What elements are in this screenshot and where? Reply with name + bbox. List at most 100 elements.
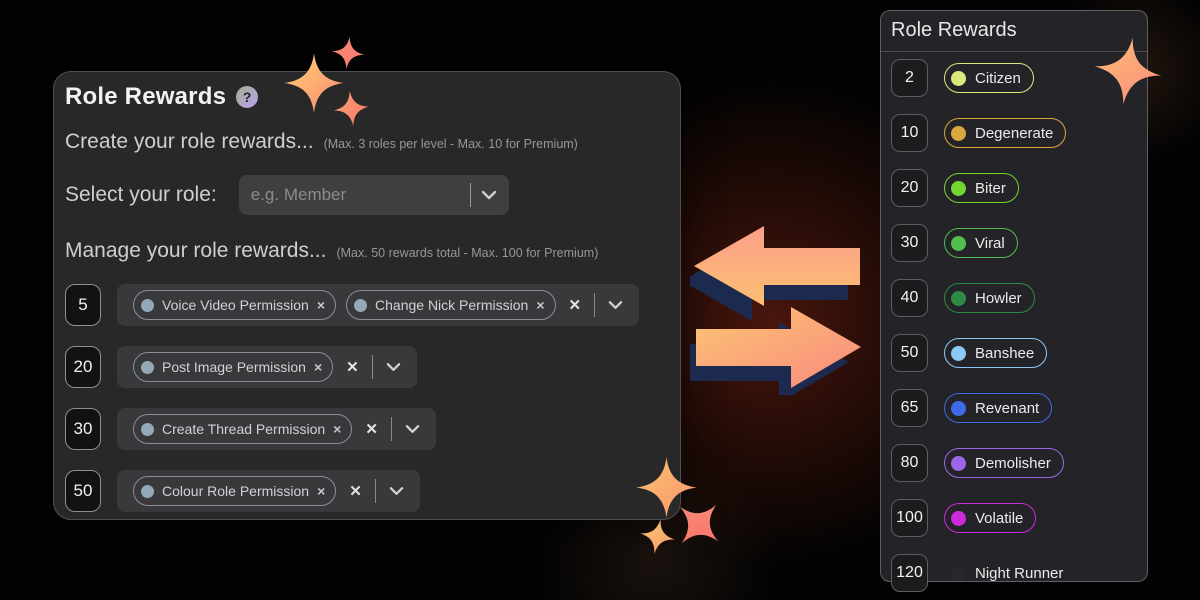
role-pill: Volatile [944,503,1036,533]
role-name-label: Demolisher [975,455,1051,472]
role-name-label: Viral [975,235,1005,252]
role-tags: Colour Role Permission × [133,476,336,506]
chevron-down-icon[interactable] [608,300,623,310]
role-pill: Biter [944,173,1019,203]
reward-row-body: Colour Role Permission × ✕ [117,470,420,512]
role-color-dot-icon [141,423,154,436]
role-pill: Citizen [944,63,1034,93]
role-color-dot-icon [951,181,966,196]
clear-row-button[interactable]: ✕ [346,358,359,376]
role-reward-list-item: 65 Revenant [891,389,1076,427]
remove-tag-icon[interactable]: × [333,421,341,437]
reward-row-body: Voice Video Permission × Change Nick Per… [117,284,639,326]
role-color-dot-icon [951,291,966,306]
level-badge: 20 [891,169,928,207]
level-badge: 65 [891,389,928,427]
reward-row: 5 Voice Video Permission × Change Nick P… [65,284,639,326]
role-reward-list-item: 120 Night Runner [891,554,1076,592]
role-color-dot-icon [141,299,154,312]
chevron-down-icon[interactable] [405,424,420,434]
role-tag-pill[interactable]: Create Thread Permission × [133,414,352,444]
role-color-dot-icon [354,299,367,312]
row-divider [391,417,392,441]
level-badge: 30 [65,408,101,450]
role-color-dot-icon [951,126,966,141]
dropdown-divider [470,183,471,207]
role-name-label: Biter [975,180,1006,197]
role-color-dot-icon [951,71,966,86]
role-tag-label: Voice Video Permission [162,297,309,313]
select-role-label: Select your role: [65,183,217,207]
role-color-dot-icon [951,236,966,251]
role-tag-pill[interactable]: Post Image Permission × [133,352,333,382]
role-color-dot-icon [141,361,154,374]
role-tag-pill[interactable]: Change Nick Permission × [346,290,555,320]
role-color-dot-icon [951,511,966,526]
role-tag-pill[interactable]: Voice Video Permission × [133,290,336,320]
role-name-label: Banshee [975,345,1034,362]
role-tag-label: Create Thread Permission [162,421,325,437]
role-name-label: Revenant [975,400,1039,417]
role-reward-list-item: 20 Biter [891,169,1076,207]
remove-tag-icon[interactable]: × [317,297,325,313]
reward-row-body: Post Image Permission × ✕ [117,346,417,388]
level-badge: 50 [65,470,101,512]
role-name-label: Howler [975,290,1022,307]
role-name-label: Volatile [975,510,1023,527]
role-tag-label: Change Nick Permission [375,297,528,313]
level-badge: 50 [891,334,928,372]
role-tags: Voice Video Permission × Change Nick Per… [133,290,556,320]
role-pill: Howler [944,283,1035,313]
role-color-dot-icon [951,346,966,361]
role-name-label: Citizen [975,70,1021,87]
title-divider [881,51,1147,52]
role-reward-list-item: 50 Banshee [891,334,1076,372]
chevron-down-icon[interactable] [389,486,404,496]
role-tag-label: Colour Role Permission [162,483,309,499]
remove-tag-icon[interactable]: × [314,359,322,375]
level-badge: 10 [891,114,928,152]
level-badge: 2 [891,59,928,97]
clear-row-button[interactable]: ✕ [569,296,582,314]
row-divider [375,479,376,503]
transfer-arrows-icon [690,225,866,395]
create-rewards-label: Create your role rewards... [65,130,314,154]
role-select-placeholder: e.g. Member [251,185,470,205]
chevron-down-icon[interactable] [481,190,497,200]
role-pill: Banshee [944,338,1047,368]
reward-row: 20 Post Image Permission × ✕ [65,346,639,388]
reward-rows-list: 5 Voice Video Permission × Change Nick P… [65,284,639,512]
remove-tag-icon[interactable]: × [317,483,325,499]
role-pill: Night Runner [944,558,1076,588]
level-badge: 100 [891,499,928,537]
role-pill: Demolisher [944,448,1064,478]
role-name-label: Degenerate [975,125,1053,142]
help-icon[interactable]: ? [236,86,258,108]
level-badge: 5 [65,284,101,326]
role-select-dropdown[interactable]: e.g. Member [239,175,509,215]
clear-row-button[interactable]: ✕ [349,482,362,500]
reward-row-body: Create Thread Permission × ✕ [117,408,436,450]
role-tag-label: Post Image Permission [162,359,306,375]
row-divider [594,293,595,317]
reward-row: 50 Colour Role Permission × ✕ [65,470,639,512]
list-panel-title: Role Rewards [891,19,1017,42]
role-reward-list-item: 100 Volatile [891,499,1076,537]
role-color-dot-icon [951,456,966,471]
role-pill: Degenerate [944,118,1066,148]
role-reward-list-item: 30 Viral [891,224,1076,262]
chevron-down-icon[interactable] [386,362,401,372]
row-divider [372,355,373,379]
role-tag-pill[interactable]: Colour Role Permission × [133,476,336,506]
clear-row-button[interactable]: ✕ [365,420,378,438]
role-rewards-list-panel: Role Rewards 2 Citizen 10 Degenerate 20 … [880,10,1148,582]
role-name-label: Night Runner [975,565,1063,582]
remove-tag-icon[interactable]: × [536,297,544,313]
manage-rewards-note: (Max. 50 rewards total - Max. 100 for Pr… [336,246,598,260]
page-title: Role Rewards [65,83,226,111]
role-tags: Create Thread Permission × [133,414,352,444]
role-color-dot-icon [951,401,966,416]
role-reward-list-item: 80 Demolisher [891,444,1076,482]
role-rewards-editor-panel: Role Rewards ? Create your role rewards.… [53,71,681,520]
level-badge: 30 [891,224,928,262]
